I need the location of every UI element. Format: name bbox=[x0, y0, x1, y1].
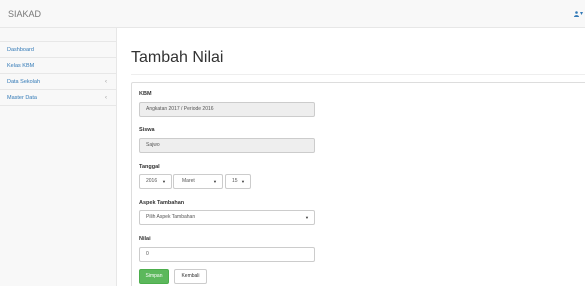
siswa-field[interactable]: Sajwo bbox=[139, 138, 315, 153]
form-panel: KBM Angkatan 2017 / Periode 2016 Siswa S… bbox=[131, 82, 585, 286]
sidebar-search-area bbox=[0, 28, 116, 42]
aspek-label: Aspek Tambahan bbox=[139, 200, 185, 206]
page-title: Tambah Nilai bbox=[131, 49, 224, 66]
user-menu-toggle[interactable]: ▾ bbox=[573, 10, 583, 17]
chevron-down-icon: ▾ bbox=[579, 11, 583, 17]
sidebar-item-dashboard[interactable]: Dashboard bbox=[0, 42, 116, 58]
chevron-left-icon: ‹ bbox=[105, 79, 107, 85]
sidebar-item-label: Kelas KBM bbox=[7, 63, 35, 69]
save-button[interactable]: Simpan bbox=[139, 269, 169, 284]
nilai-input[interactable]: 0 bbox=[139, 247, 315, 262]
brand-logo[interactable]: SIAKAD bbox=[8, 9, 41, 19]
caret-down-icon: ▼ bbox=[162, 179, 166, 184]
year-select-value: 2016 bbox=[146, 178, 158, 184]
month-select[interactable]: Maret ▼ bbox=[173, 174, 223, 189]
top-navbar: SIAKAD ▾ bbox=[0, 0, 585, 28]
caret-down-icon: ▼ bbox=[241, 179, 245, 184]
sidebar-item-data-sekolah[interactable]: Data Sekolah ‹ bbox=[0, 74, 116, 90]
chevron-left-icon: ‹ bbox=[105, 95, 107, 101]
year-select[interactable]: 2016 ▼ bbox=[139, 174, 172, 189]
caret-down-icon: ▼ bbox=[213, 179, 217, 184]
user-icon bbox=[573, 10, 579, 17]
siswa-label: Siswa bbox=[139, 127, 155, 133]
day-select-value: 15 bbox=[232, 178, 238, 184]
nilai-label: Nilai bbox=[139, 236, 151, 242]
kbm-field[interactable]: Angkatan 2017 / Periode 2016 bbox=[139, 102, 315, 117]
sidebar-item-label: Dashboard bbox=[7, 47, 34, 53]
day-select[interactable]: 15 ▼ bbox=[225, 174, 251, 189]
sidebar-item-master-data[interactable]: Master Data ‹ bbox=[0, 90, 116, 106]
sidebar-item-label: Data Sekolah bbox=[7, 79, 41, 85]
back-button[interactable]: Kembali bbox=[174, 269, 207, 284]
sidebar-item-label: Master Data bbox=[7, 95, 37, 101]
sidebar: Dashboard Kelas KBM Data Sekolah ‹ Maste… bbox=[0, 28, 117, 286]
title-divider bbox=[131, 74, 585, 75]
caret-down-icon: ▼ bbox=[305, 215, 309, 220]
month-select-value: Maret bbox=[182, 178, 195, 184]
aspek-select[interactable]: Pilih Aspek Tambahan ▼ bbox=[139, 210, 315, 225]
sidebar-item-kelas-kbm[interactable]: Kelas KBM bbox=[0, 58, 116, 74]
aspek-select-value: Pilih Aspek Tambahan bbox=[146, 214, 196, 220]
kbm-label: KBM bbox=[139, 91, 152, 97]
tanggal-label: Tanggal bbox=[139, 164, 160, 170]
